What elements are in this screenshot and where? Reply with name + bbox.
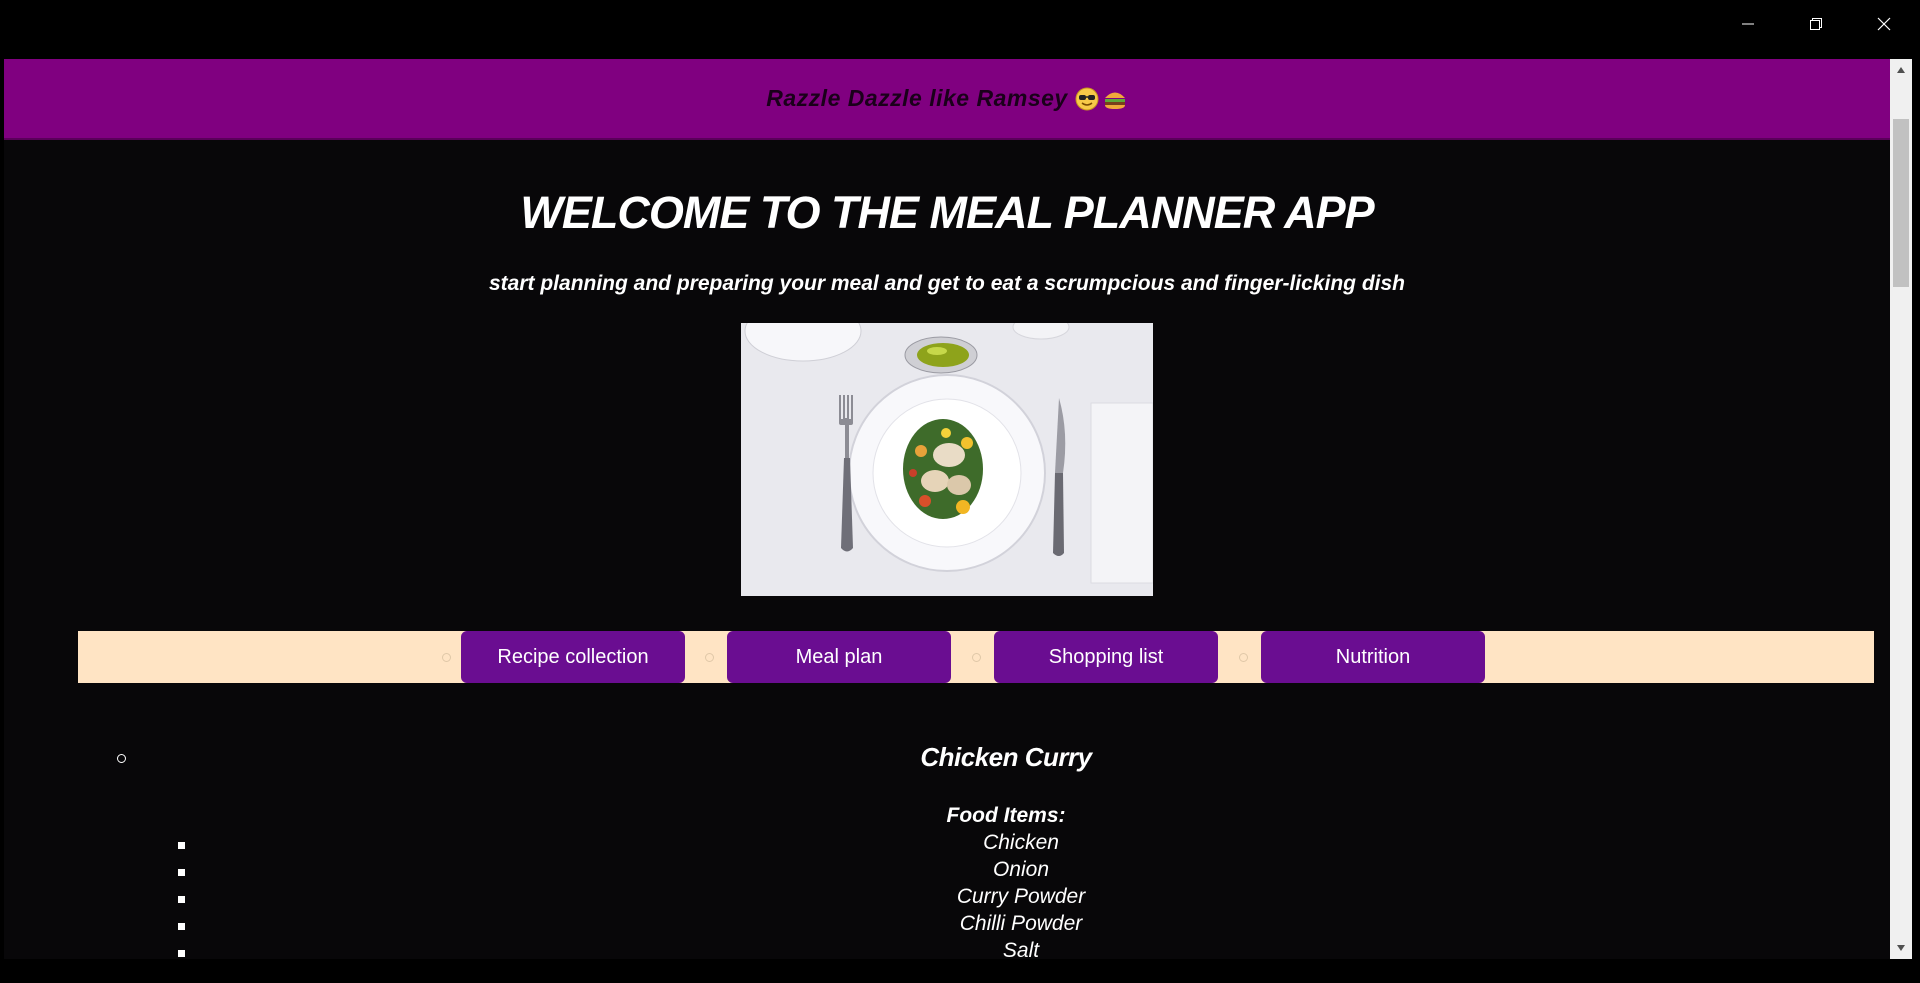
- restore-button[interactable]: [1782, 0, 1850, 48]
- ingredient-text: Onion: [992, 858, 1050, 881]
- scroll-up-arrow-icon: [1897, 67, 1905, 73]
- vertical-scrollbar[interactable]: [1890, 59, 1912, 959]
- ingredient-item: Salt: [4, 939, 1890, 959]
- ingredient-item: Curry Powder: [4, 885, 1890, 912]
- brand-name: Razzle Dazzle like Ramsey: [766, 85, 1068, 111]
- restore-icon: [1810, 18, 1822, 30]
- recipe-title: Chicken Curry: [920, 742, 1092, 772]
- minimize-button[interactable]: [1714, 0, 1782, 48]
- site-header: Razzle Dazzle like Ramsey: [4, 59, 1890, 140]
- nav-shopping-list-button[interactable]: Shopping list: [994, 631, 1218, 683]
- nav-recipe-collection-button[interactable]: Recipe collection: [461, 631, 685, 683]
- page-subtitle: start planning and preparing your meal a…: [489, 272, 1405, 295]
- ingredient-text: Salt: [1002, 939, 1040, 959]
- plated-dish-illustration: [741, 323, 1153, 596]
- close-icon: [1877, 17, 1891, 31]
- scroll-down-button[interactable]: [1890, 937, 1912, 959]
- page-title: WELCOME TO THE MEAL PLANNER APP: [520, 187, 1374, 238]
- ingredient-item: Onion: [4, 858, 1890, 885]
- scroll-up-button[interactable]: [1890, 59, 1912, 81]
- ingredient-text: Chilli Powder: [959, 912, 1083, 935]
- page-viewport: Razzle Dazzle like Ramsey WELCOME TO THE…: [4, 59, 1890, 959]
- ingredient-item: Chilli Powder: [4, 912, 1890, 939]
- browser-window: Razzle Dazzle like Ramsey WELCOME TO THE…: [0, 0, 1920, 983]
- scroll-down-arrow-icon: [1897, 945, 1905, 951]
- nav-bullet: [705, 653, 714, 662]
- ingredient-text: Chicken: [983, 831, 1059, 854]
- window-titlebar: [0, 0, 1920, 59]
- close-button[interactable]: [1850, 0, 1918, 48]
- nav-nutrition-button[interactable]: Nutrition: [1261, 631, 1485, 683]
- main-nav: Recipe collection Meal plan Shopping lis…: [78, 631, 1874, 683]
- scroll-thumb[interactable]: [1893, 119, 1909, 287]
- nav-bullet: [972, 653, 981, 662]
- ingredient-text: Curry Powder: [956, 885, 1086, 908]
- ingredient-item: Chicken: [4, 831, 1890, 858]
- window-bottom-edge: [0, 959, 1920, 983]
- nav-bullet: [1239, 653, 1248, 662]
- minimize-icon: [1742, 23, 1754, 25]
- burger-emoji-icon: [1104, 92, 1125, 109]
- meal-photo: [741, 323, 1153, 596]
- nav-bullet: [442, 653, 451, 662]
- nav-meal-plan-button[interactable]: Meal plan: [727, 631, 951, 683]
- sunglasses-emoji-icon: [1075, 87, 1099, 110]
- food-items-label: Food Items:: [946, 804, 1066, 827]
